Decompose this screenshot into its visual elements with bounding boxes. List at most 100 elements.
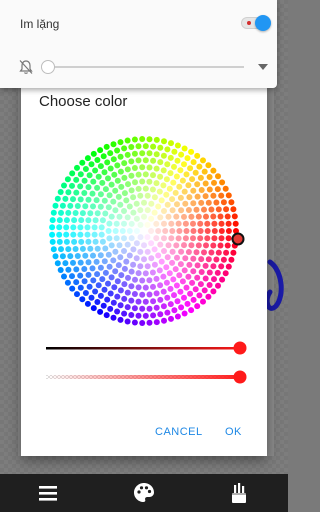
color-dot[interactable] (124, 137, 131, 144)
color-dot[interactable] (108, 181, 115, 188)
color-dot[interactable] (178, 304, 185, 311)
color-dot[interactable] (91, 231, 98, 238)
color-dot[interactable] (144, 234, 151, 241)
color-dot[interactable] (112, 228, 119, 234)
color-dot[interactable] (167, 170, 174, 177)
color-dot[interactable] (50, 209, 57, 216)
color-dot[interactable] (142, 312, 149, 319)
color-dot[interactable] (158, 197, 165, 204)
color-dot[interactable] (89, 190, 96, 197)
color-dot[interactable] (111, 171, 118, 178)
ok-button[interactable]: OK (225, 426, 242, 438)
color-dot[interactable] (63, 217, 70, 224)
color-dot[interactable] (186, 194, 193, 201)
color-dot[interactable] (160, 182, 167, 189)
color-dot[interactable] (161, 317, 167, 324)
color-dot[interactable] (97, 308, 104, 315)
color-dot[interactable] (198, 199, 205, 206)
color-dot[interactable] (128, 172, 135, 179)
color-dot[interactable] (187, 165, 194, 172)
color-dot[interactable] (148, 240, 155, 247)
color-dot[interactable] (146, 291, 153, 298)
color-dot[interactable] (128, 297, 135, 304)
color-dot[interactable] (128, 220, 135, 227)
color-dot[interactable] (106, 235, 113, 242)
color-dot[interactable] (105, 175, 111, 182)
color-dot[interactable] (110, 198, 117, 205)
color-dot[interactable] (112, 187, 119, 194)
color-dot[interactable] (203, 242, 209, 249)
color-dot[interactable] (121, 145, 128, 152)
color-dot[interactable] (181, 161, 187, 168)
color-dot[interactable] (131, 305, 138, 312)
color-dot[interactable] (112, 207, 119, 214)
color-dot[interactable] (114, 177, 121, 184)
color-dot[interactable] (62, 195, 69, 202)
color-dot[interactable] (206, 269, 213, 276)
color-dot[interactable] (97, 264, 104, 271)
color-dot[interactable] (57, 267, 64, 273)
color-dot[interactable] (128, 268, 135, 275)
color-dot[interactable] (225, 228, 232, 234)
color-dot[interactable] (93, 197, 100, 204)
color-dot[interactable] (74, 164, 80, 171)
color-dot[interactable] (157, 296, 164, 303)
color-dot[interactable] (116, 242, 123, 249)
color-dot[interactable] (52, 202, 59, 209)
color-dot[interactable] (102, 245, 109, 252)
color-dot[interactable] (151, 209, 158, 216)
color-dot[interactable] (142, 298, 149, 305)
color-dot[interactable] (142, 270, 149, 277)
color-dot[interactable] (215, 206, 222, 213)
color-dot[interactable] (137, 234, 144, 241)
color-dot[interactable] (177, 194, 184, 201)
color-dot[interactable] (174, 201, 180, 208)
color-dot[interactable] (194, 181, 201, 188)
color-dot[interactable] (104, 159, 111, 166)
color-dot[interactable] (146, 305, 153, 312)
color-dot[interactable] (119, 228, 126, 234)
color-dot[interactable] (197, 174, 204, 181)
color-dot[interactable] (197, 220, 204, 227)
color-dot[interactable] (225, 192, 232, 199)
color-dot[interactable] (210, 192, 217, 199)
color-dot[interactable] (101, 197, 108, 204)
color-dot[interactable] (101, 286, 108, 293)
color-dot[interactable] (211, 220, 218, 227)
color-dot[interactable] (165, 213, 172, 220)
color-dot[interactable] (97, 203, 104, 210)
color-dot[interactable] (97, 163, 104, 170)
color-dot[interactable] (65, 246, 72, 253)
color-dot[interactable] (223, 249, 230, 256)
color-dot[interactable] (85, 184, 92, 191)
color-dot[interactable] (157, 214, 164, 221)
color-dot[interactable] (149, 269, 156, 276)
color-dot[interactable] (97, 292, 104, 299)
color-dot[interactable] (225, 235, 232, 242)
color-dot[interactable] (115, 262, 122, 269)
color-dot[interactable] (193, 206, 200, 213)
color-dot[interactable] (163, 279, 170, 286)
color-dot[interactable] (99, 217, 106, 224)
color-dot[interactable] (64, 176, 71, 183)
color-dot[interactable] (155, 228, 162, 234)
color-dot[interactable] (99, 276, 106, 283)
color-dot[interactable] (130, 194, 137, 201)
color-dot[interactable] (77, 183, 84, 190)
color-dot[interactable] (218, 220, 225, 227)
color-dot[interactable] (146, 178, 153, 185)
color-dot[interactable] (74, 203, 81, 209)
color-dot[interactable] (104, 296, 111, 303)
color-dot[interactable] (160, 152, 167, 159)
color-dot[interactable] (131, 136, 138, 143)
color-dot[interactable] (183, 284, 190, 291)
color-dot[interactable] (201, 287, 208, 294)
color-dot[interactable] (86, 172, 93, 179)
color-dot[interactable] (163, 191, 170, 198)
color-dot[interactable] (102, 186, 109, 193)
color-dot[interactable] (196, 292, 203, 299)
color-dot[interactable] (89, 265, 96, 272)
color-dot[interactable] (156, 188, 163, 195)
color-dot[interactable] (94, 271, 101, 278)
color-dot[interactable] (130, 246, 137, 253)
